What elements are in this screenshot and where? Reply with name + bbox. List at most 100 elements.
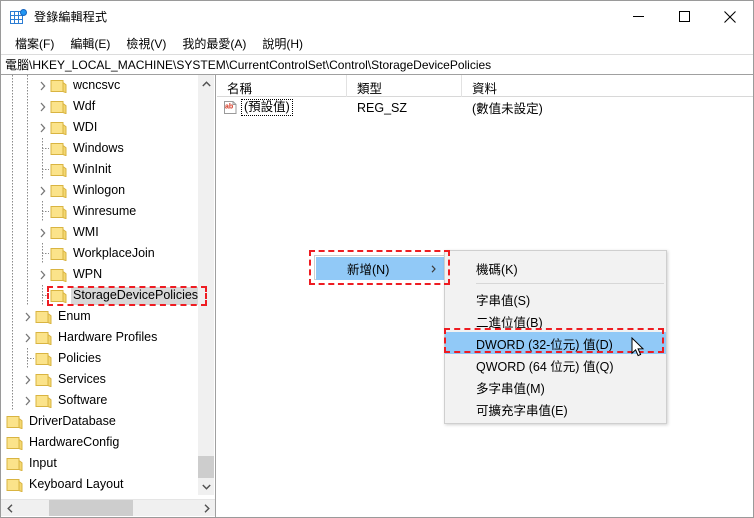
tree-guide-line	[12, 75, 13, 96]
tree-item-label: DriverDatabase	[29, 413, 116, 428]
chevron-right-icon[interactable]	[35, 222, 50, 243]
submenu-item-string-value[interactable]: 字串值(S)	[445, 288, 666, 310]
tree-vertical-scrollbar[interactable]	[198, 75, 214, 495]
folder-icon	[50, 121, 67, 135]
tree-item-wpn[interactable]: WPN	[1, 264, 199, 285]
tree-guide-line	[27, 285, 28, 306]
folder-icon	[50, 247, 67, 261]
menu-file[interactable]: 檔案(F)	[7, 32, 62, 55]
tree-item-software[interactable]: Software	[1, 390, 199, 411]
tree-item-keyboard-layout[interactable]: Keyboard Layout	[1, 474, 199, 495]
tree-item-wdi[interactable]: WDI	[1, 117, 199, 138]
submenu-item-expandable-string-value[interactable]: 可擴充字串值(E)	[445, 398, 666, 420]
scroll-left-button[interactable]	[1, 500, 18, 516]
folder-icon	[35, 394, 52, 408]
folder-icon	[6, 415, 23, 429]
tree-item-services[interactable]: Services	[1, 369, 199, 390]
chevron-right-icon[interactable]	[35, 180, 50, 201]
chevron-right-icon[interactable]	[35, 117, 50, 138]
menu-edit[interactable]: 編輯(E)	[62, 32, 118, 55]
tree-guide-line	[27, 117, 28, 138]
tree-item-storagedevicepolicies[interactable]: StorageDevicePolicies	[1, 285, 199, 306]
tree-guide-line	[27, 96, 28, 117]
submenu-item-key[interactable]: 機碼(K)	[445, 257, 666, 279]
tree-vertical-scrollbar-thumb[interactable]	[198, 456, 214, 478]
registry-tree-panel: wcncsvc Wdf WDI Windows WinInit Winlogon Winre…	[1, 75, 216, 517]
folder-icon	[50, 100, 67, 114]
chevron-right-icon[interactable]	[20, 306, 35, 327]
tree-guide-line	[12, 159, 13, 180]
submenu-item-qword-value[interactable]: QWORD (64 位元) 值(Q)	[445, 354, 666, 376]
folder-icon	[50, 268, 67, 282]
tree-item-wmi[interactable]: WMI	[1, 222, 199, 243]
tree-item-label: WDI	[73, 119, 98, 134]
folder-icon	[35, 352, 52, 366]
tree-leaf-connector	[35, 138, 50, 159]
tree-item-wcncsvc[interactable]: wcncsvc	[1, 75, 199, 96]
table-row[interactable]: ab (預設值) REG_SZ (數值未設定)	[217, 97, 753, 118]
tree-horizontal-scrollbar[interactable]	[1, 499, 215, 516]
tree-item-label: Input	[29, 455, 57, 470]
window-title: 登錄編輯程式	[34, 10, 108, 24]
submenu-separator	[476, 283, 664, 284]
tree-leaf-connector	[35, 159, 50, 180]
tree-item-label: StorageDevicePolicies	[71, 286, 199, 305]
tree-item-workplacejoin[interactable]: WorkplaceJoin	[1, 243, 199, 264]
tree-item-winresume[interactable]: Winresume	[1, 201, 199, 222]
scroll-right-button[interactable]	[198, 500, 215, 516]
tree-guide-line	[27, 159, 28, 180]
registry-editor-window: 登錄編輯程式 檔案(F) 編輯(E) 檢視(V) 我的最愛(A) 說明(H) 電…	[0, 0, 754, 518]
close-button[interactable]	[707, 2, 753, 32]
tree-item-wdf[interactable]: Wdf	[1, 96, 199, 117]
tree-item-wininit[interactable]: WinInit	[1, 159, 199, 180]
tree-item-windows[interactable]: Windows	[1, 138, 199, 159]
menu-favorites[interactable]: 我的最愛(A)	[174, 32, 254, 55]
maximize-button[interactable]	[661, 2, 707, 32]
tree-item-winlogon[interactable]: Winlogon	[1, 180, 199, 201]
tree-item-label: Software	[58, 392, 108, 407]
submenu-item-multi-string-value[interactable]: 多字串值(M)	[445, 376, 666, 398]
folder-icon	[35, 331, 52, 345]
tree-item-policies[interactable]: Policies	[1, 348, 199, 369]
chevron-right-icon[interactable]	[20, 369, 35, 390]
chevron-right-icon[interactable]	[35, 75, 50, 96]
tree-item-driverdatabase[interactable]: DriverDatabase	[1, 411, 199, 432]
registry-tree[interactable]: wcncsvc Wdf WDI Windows WinInit Winlogon Winre…	[1, 75, 199, 495]
minimize-button[interactable]	[615, 2, 661, 32]
tree-leaf-connector	[35, 243, 50, 264]
menu-help[interactable]: 說明(H)	[254, 32, 311, 55]
chevron-right-icon[interactable]	[20, 390, 35, 411]
context-menu-item-new[interactable]: 新增(N)	[316, 257, 445, 280]
tree-leaf-connector	[20, 348, 35, 369]
tree-item-hardware-profiles[interactable]: Hardware Profiles	[1, 327, 199, 348]
value-name-text: (預設值)	[241, 99, 293, 116]
chevron-right-icon[interactable]	[35, 264, 50, 285]
menu-view[interactable]: 檢視(V)	[118, 32, 174, 55]
scroll-down-button[interactable]	[198, 478, 214, 495]
tree-item-enum[interactable]: Enum	[1, 306, 199, 327]
column-header-name[interactable]: 名稱	[217, 75, 347, 97]
tree-guide-line	[12, 117, 13, 138]
tree-item-hardwareconfig[interactable]: HardwareConfig	[1, 432, 199, 453]
scroll-up-button[interactable]	[198, 75, 214, 92]
value-name-cell: ab (預設值)	[217, 99, 347, 116]
chevron-right-icon[interactable]	[35, 96, 50, 117]
value-type-cell: REG_SZ	[357, 100, 408, 115]
submenu-item-binary-value[interactable]: 二進位值(B)	[445, 310, 666, 332]
tree-guide-line	[12, 306, 13, 327]
submenu-item-dword-value[interactable]: DWORD (32-位元) 值(D)	[445, 332, 666, 354]
column-header-data[interactable]: 資料	[462, 75, 753, 97]
tree-guide-line	[12, 222, 13, 243]
chevron-right-icon[interactable]	[20, 327, 35, 348]
folder-icon	[6, 478, 23, 492]
tree-horizontal-scrollbar-thumb[interactable]	[49, 500, 133, 516]
column-header-type[interactable]: 類型	[347, 75, 462, 97]
address-bar[interactable]: 電腦\HKEY_LOCAL_MACHINE\SYSTEM\CurrentCont…	[1, 55, 753, 75]
tree-item-input[interactable]: Input	[1, 453, 199, 474]
tree-guide-line	[27, 75, 28, 96]
tree-leaf-connector	[35, 201, 50, 222]
